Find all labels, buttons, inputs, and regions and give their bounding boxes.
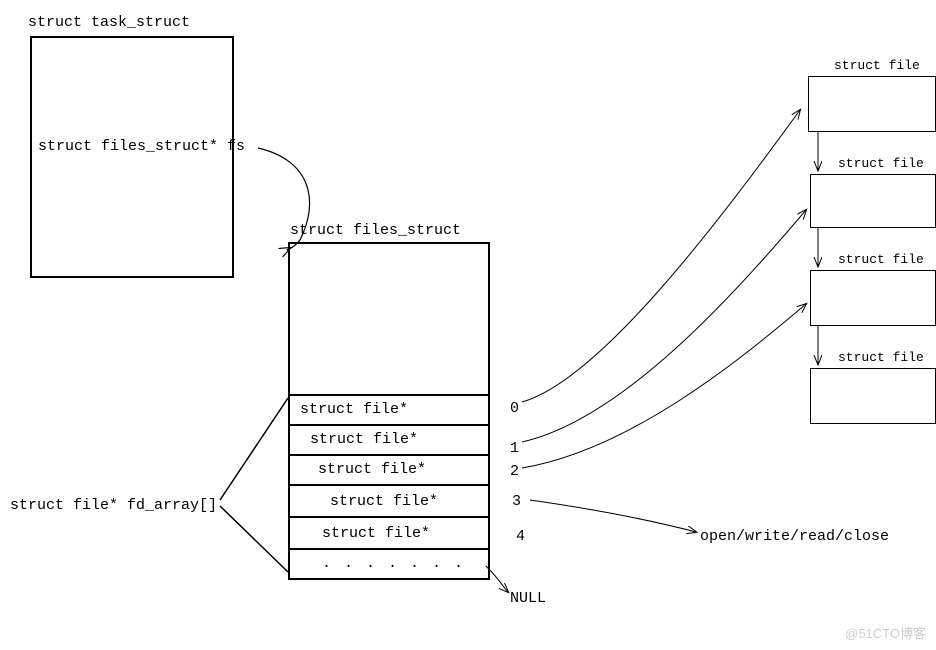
file-1-label: struct file [838,156,924,171]
file-2-label: struct file [838,252,924,267]
ops-label: open/write/read/close [700,528,889,545]
fd-array-ellipsis-text: . . . . . . . [322,555,465,572]
watermark: @51CTO博客 [845,623,926,642]
file-0-box [808,76,936,132]
files-struct-box [288,242,490,398]
file-3-label: struct file [838,350,924,365]
fd-array-row-3-text: struct file* [330,493,438,510]
fd-array-row-2-text: struct file* [318,461,426,478]
fd-array-row-1-text: struct file* [310,431,418,448]
fd-array-row-3-index: 3 [512,493,521,510]
task-struct-field-fs: struct files_struct* fs [38,138,245,155]
fd-array-row-2-index: 2 [510,463,519,480]
fd-array-row-0-text: struct file* [300,401,408,418]
null-label: NULL [510,590,546,607]
fd-array-row-4-index: 4 [516,528,525,545]
fd-array-row-0-index: 0 [510,400,519,417]
file-0-label: struct file [834,58,920,73]
task-struct-title: struct task_struct [28,14,190,31]
task-struct-box [30,36,234,278]
fd-array-label: struct file* fd_array[] [10,497,217,514]
files-struct-title: struct files_struct [290,222,461,239]
file-3-box [810,368,936,424]
file-1-box [810,174,936,228]
fd-array-row-4-text: struct file* [322,525,430,542]
fd-array-row-1-index: 1 [510,440,519,457]
file-2-box [810,270,936,326]
